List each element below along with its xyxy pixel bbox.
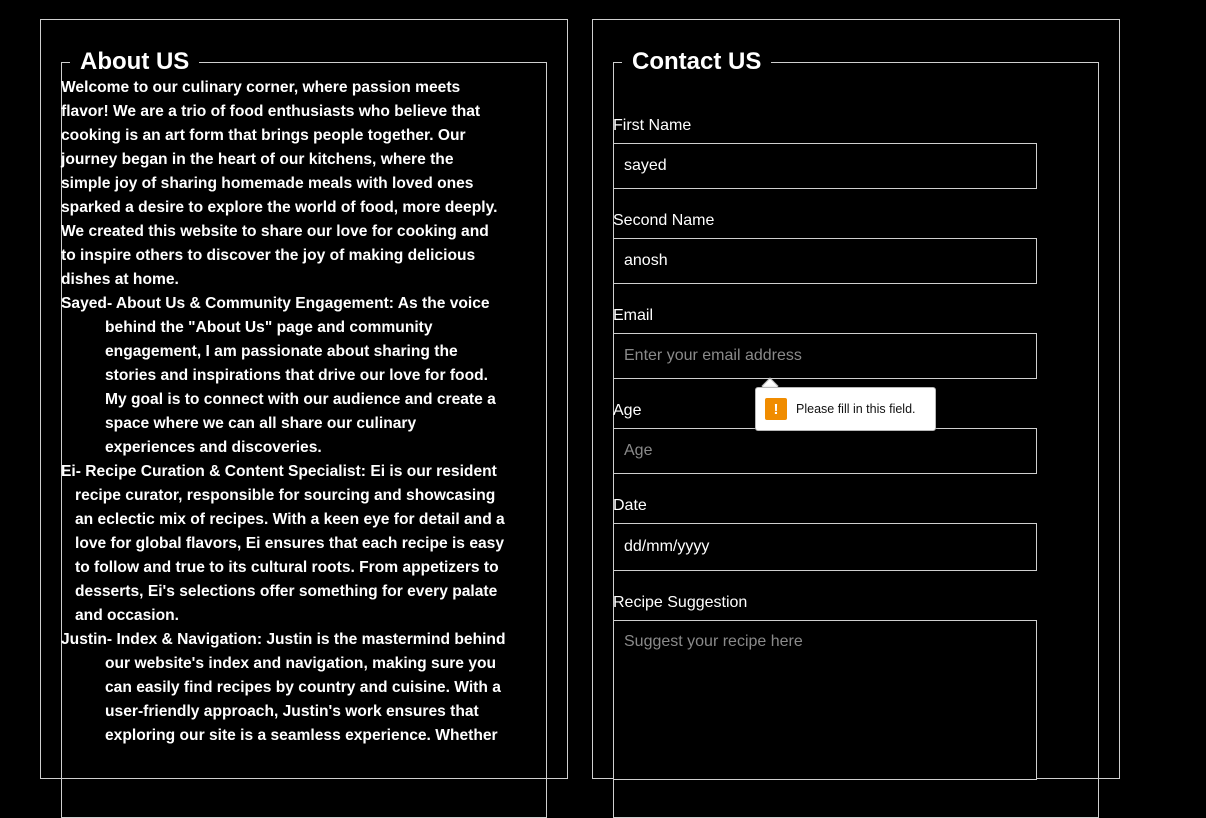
second-name-label: Second Name (613, 212, 715, 229)
age-input[interactable] (613, 428, 1037, 474)
member-justin: Justin- Index & Navigation: Justin is th… (61, 628, 507, 748)
member-text: - Recipe Curation & Content Specialist: … (75, 463, 505, 624)
member-text: - Index & Navigation: Justin is the mast… (105, 631, 506, 744)
about-intro: Welcome to our culinary corner, where pa… (61, 79, 498, 288)
age-label: Age (613, 402, 642, 419)
about-title: About US (80, 48, 190, 75)
member-text: - About Us & Community Engagement: As th… (105, 295, 496, 456)
member-sayed: Sayed- About Us & Community Engagement: … (61, 292, 507, 460)
about-content: Welcome to our culinary corner, where pa… (61, 76, 507, 748)
first-name-input[interactable] (613, 143, 1037, 189)
warning-icon: ! (765, 398, 787, 420)
about-panel: About US Welcome to our culinary corner,… (40, 19, 568, 818)
recipe-suggestion-textarea[interactable] (613, 620, 1037, 780)
recipe-suggestion-label: Recipe Suggestion (613, 594, 748, 611)
contact-title: Contact US (632, 48, 762, 75)
member-name: Sayed (61, 295, 107, 312)
validation-message: Please fill in this field. (796, 402, 916, 416)
email-input[interactable] (613, 333, 1037, 379)
validation-tooltip: ! Please fill in this field. (755, 387, 936, 431)
date-label: Date (613, 497, 647, 514)
second-name-input[interactable] (613, 238, 1037, 284)
member-ei: Ei- Recipe Curation & Content Specialist… (61, 460, 507, 628)
member-name: Ei (61, 463, 76, 480)
member-name: Justin (61, 631, 107, 648)
first-name-label: First Name (613, 117, 692, 134)
date-input[interactable] (613, 523, 1037, 571)
email-label: Email (613, 307, 654, 324)
